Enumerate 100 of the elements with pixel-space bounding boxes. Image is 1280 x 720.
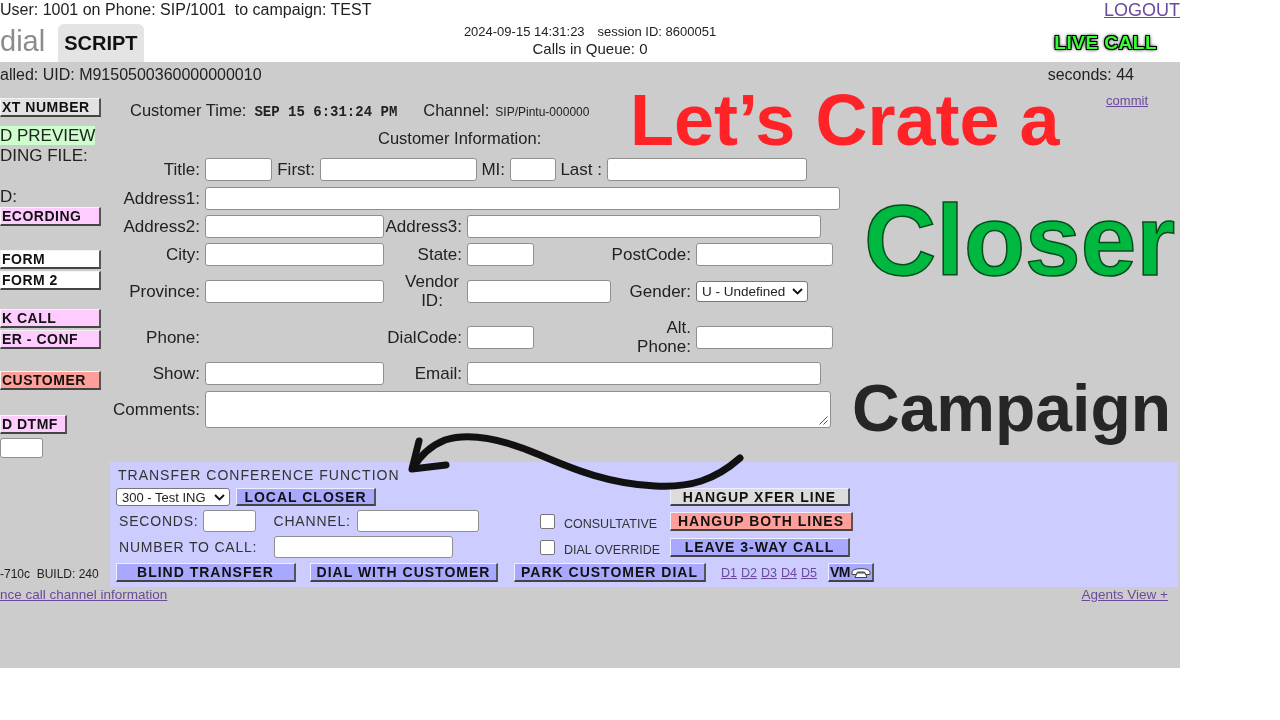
field-label: Last : [560, 160, 602, 179]
dial-link[interactable]: D2 [741, 565, 757, 580]
script-tab[interactable]: SCRIPT [58, 24, 144, 62]
phone-icon [850, 566, 871, 578]
voicemail-button[interactable]: VM [827, 563, 874, 582]
status-text: DING FILE: [0, 146, 88, 165]
resize-grip-icon [819, 416, 828, 425]
customer-time-value: SEP 15 6:31:24 PM [254, 104, 398, 120]
build-info-text: -710c BUILD: 240 [0, 567, 99, 582]
text-field[interactable] [696, 325, 833, 349]
option-label: CONSULTATIVE [564, 517, 658, 531]
text-field[interactable] [356, 510, 479, 532]
action-button[interactable]: XT NUMBER [0, 98, 101, 117]
text-field[interactable] [205, 187, 840, 210]
field-label: NUMBER TO CALL: [119, 539, 258, 555]
text-field[interactable] [274, 536, 454, 558]
text-field[interactable] [467, 279, 611, 303]
caret-icon [214, 493, 225, 501]
headline-text: Closer [864, 190, 1176, 290]
field-label: Alt. Phone: [636, 318, 691, 356]
user-info-text: User: 1001 on Phone: SIP/1001 to campaign: TEST [0, 0, 372, 20]
option-label: DIAL OVERRIDE [564, 543, 661, 557]
field-label: DialCode: [387, 327, 462, 347]
field-label: Address2: [123, 217, 200, 236]
field-label: Address1: [123, 189, 200, 208]
action-button[interactable]: K CALL [0, 309, 101, 328]
text-field[interactable] [205, 158, 272, 181]
agents-view-link[interactable]: Agents View + [1081, 587, 1168, 603]
action-button[interactable]: BLIND TRANSFER [116, 563, 296, 582]
channel-value: SIP/Pintu-000000 [495, 105, 590, 119]
field-label: Title: [163, 160, 200, 179]
text-field[interactable] [205, 279, 384, 303]
logo-text: dial [0, 24, 46, 58]
action-button[interactable]: FORM [0, 250, 101, 269]
field-label: Province: [129, 281, 200, 301]
call-uid-text: alled: UID: M9150500360000000010 [0, 66, 262, 85]
action-button[interactable]: ECORDING [0, 207, 101, 226]
action-button[interactable]: HANGUP XFER LINE [670, 488, 850, 506]
queue-count-text: Calls in Queue: 0 [532, 40, 648, 57]
text-field[interactable] [696, 243, 833, 266]
session-id-text: session ID: 8600051 [597, 24, 717, 39]
caret-icon [792, 287, 803, 295]
logout-link[interactable]: LOGOUT [1104, 0, 1180, 20]
status-text: D PREVIEW [0, 126, 96, 145]
text-field[interactable] [467, 243, 534, 266]
field-label: Address3: [385, 217, 462, 236]
action-button[interactable]: DIAL WITH CUSTOMER [310, 563, 498, 582]
channel-info-link[interactable]: nce call channel information [0, 587, 168, 603]
local-closer-button[interactable]: LOCAL CLOSER [236, 488, 376, 506]
action-button[interactable]: HANGUP BOTH LINES [670, 511, 853, 531]
field-label: City: [166, 245, 200, 264]
dial-link[interactable]: D1 [721, 565, 737, 580]
action-button[interactable]: D DTMF [0, 415, 67, 434]
field-label: Comments: [113, 400, 200, 419]
text-field[interactable] [467, 215, 821, 238]
select-field[interactable]: 300 - Test ING [116, 488, 230, 506]
text-field[interactable] [510, 158, 556, 181]
action-button[interactable]: PARK CUSTOMER DIAL [514, 563, 706, 582]
text-field[interactable] [205, 215, 384, 238]
text-field[interactable] [607, 158, 807, 181]
checkbox[interactable] [540, 539, 555, 555]
select-field[interactable]: U - Undefined [696, 280, 808, 302]
checkbox[interactable] [540, 513, 555, 529]
customer-time-label: Customer Time: [130, 101, 247, 120]
field-label: Email: [414, 364, 462, 383]
action-button[interactable]: CUSTOMER [0, 371, 101, 390]
dial-link[interactable]: D4 [780, 565, 797, 580]
headline-text: Campaign [852, 372, 1172, 445]
text-field[interactable] [467, 325, 534, 349]
action-button[interactable]: ER - CONF [0, 330, 101, 349]
text-field[interactable] [467, 362, 821, 385]
text-field[interactable] [202, 510, 256, 532]
field-label: Phone: [146, 327, 200, 347]
text-field[interactable] [205, 243, 384, 266]
text-field[interactable] [320, 158, 477, 181]
action-button[interactable]: FORM 2 [0, 271, 101, 290]
field-label: First: [277, 160, 315, 179]
dial-link[interactable]: D5 [800, 565, 817, 580]
headline-text: Let’s Crate a [630, 84, 1060, 156]
field-label: Vendor ID: [404, 272, 460, 310]
text-field[interactable] [205, 362, 384, 385]
section-title: TRANSFER CONFERENCE FUNCTION [118, 467, 400, 483]
action-button[interactable]: LEAVE 3-WAY CALL [670, 537, 850, 557]
commit-link[interactable]: commit [1106, 93, 1148, 108]
field-label: PostCode: [611, 245, 691, 264]
section-heading: Customer Information: [378, 129, 542, 147]
field-label: Gender: [629, 281, 691, 301]
live-call-label: LIVE CALL [1054, 32, 1157, 54]
status-text: D: [0, 187, 17, 206]
field-label: MI: [481, 160, 505, 179]
dial-link[interactable]: D3 [760, 565, 777, 580]
field-label: CHANNEL: [273, 513, 351, 529]
channel-label: Channel: [423, 101, 490, 120]
field-label: State: [417, 245, 462, 264]
timestamp-text: 2024-09-15 14:31:23 [463, 24, 585, 39]
textarea-field[interactable] [205, 391, 831, 428]
seconds-counter: seconds: 44 [1047, 66, 1134, 85]
field-label: SECONDS: [119, 513, 199, 529]
text-field[interactable] [0, 438, 43, 458]
field-label: Show: [152, 364, 200, 383]
